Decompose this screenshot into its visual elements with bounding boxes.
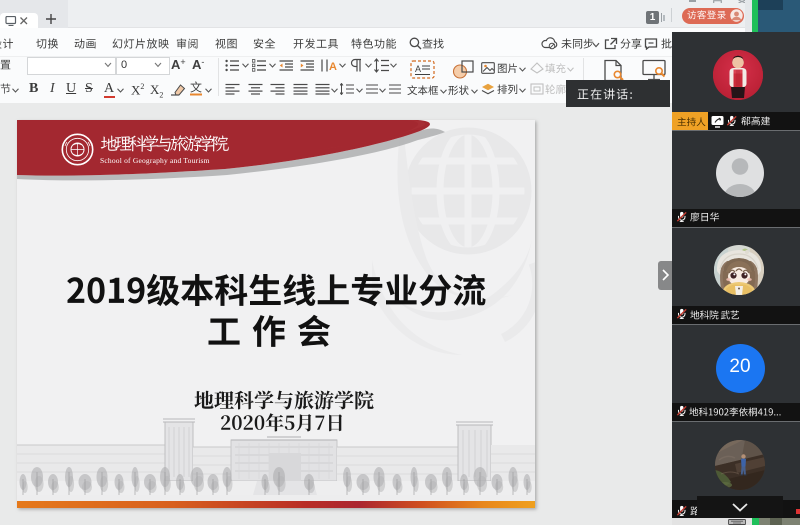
svg-text:A: A [329,61,337,73]
svg-text:A: A [415,64,421,74]
